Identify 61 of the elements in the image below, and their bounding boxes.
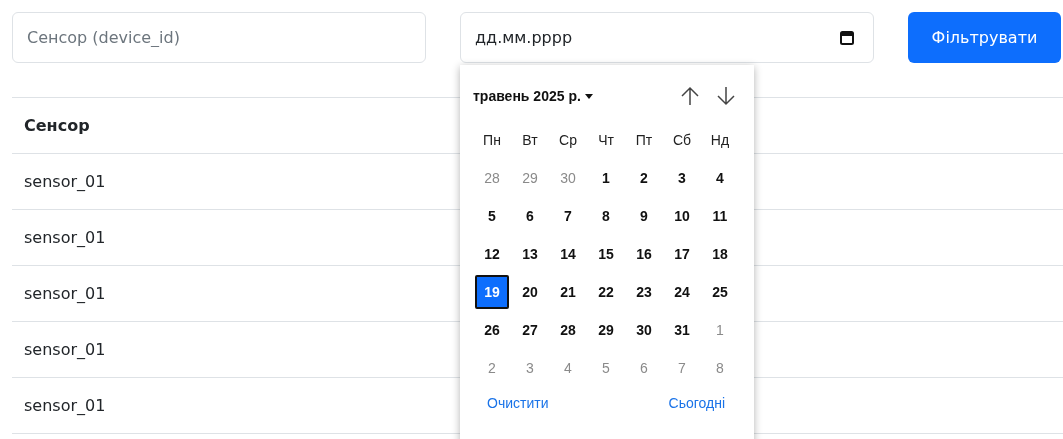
table-cell: sensor_01 [24, 228, 106, 247]
calendar-day[interactable]: 19 [475, 275, 509, 309]
calendar-day[interactable]: 27 [513, 313, 547, 347]
calendar-day[interactable]: 1 [589, 161, 623, 195]
calendar-day[interactable]: 7 [551, 199, 585, 233]
weekday-label: Чт [597, 131, 615, 150]
month-selector[interactable]: травень 2025 р. [473, 88, 593, 104]
filter-button[interactable]: Фільтрувати [908, 12, 1061, 63]
weekday-label: Пт [634, 131, 654, 150]
calendar-day[interactable]: 30 [551, 161, 585, 195]
calendar-day[interactable]: 18 [703, 237, 737, 271]
table-cell: sensor_01 [24, 172, 106, 191]
calendar-day[interactable]: 9 [627, 199, 661, 233]
calendar-day[interactable]: 6 [627, 351, 661, 385]
calendar-day[interactable]: 15 [589, 237, 623, 271]
weekday-label: Сб [671, 131, 693, 150]
calendar-day[interactable]: 2 [475, 351, 509, 385]
calendar-day[interactable]: 29 [589, 313, 623, 347]
caret-icon [584, 93, 593, 99]
table-cell: sensor_01 [24, 396, 106, 415]
calendar-day[interactable]: 20 [513, 275, 547, 309]
calendar-day[interactable]: 29 [513, 161, 547, 195]
table-cell: sensor_01 [24, 340, 106, 359]
calendar-day[interactable]: 25 [703, 275, 737, 309]
calendar-day[interactable]: 4 [703, 161, 737, 195]
calendar-day[interactable]: 8 [703, 351, 737, 385]
calendar-day[interactable]: 28 [475, 161, 509, 195]
down-arrow-icon[interactable] [715, 85, 737, 107]
calendar-day[interactable]: 24 [665, 275, 699, 309]
sensor-field[interactable]: Сенсор (device_id) [12, 12, 426, 63]
date-field[interactable]: дд.мм.рррр [460, 12, 874, 63]
calendar-day[interactable]: 17 [665, 237, 699, 271]
calendar-day[interactable]: 21 [551, 275, 585, 309]
calendar-day[interactable]: 16 [627, 237, 661, 271]
calendar-day[interactable]: 22 [589, 275, 623, 309]
calendar-day[interactable]: 3 [665, 161, 699, 195]
calendar-day[interactable]: 23 [627, 275, 661, 309]
calendar-day[interactable]: 5 [475, 199, 509, 233]
calendar-day[interactable]: 26 [475, 313, 509, 347]
calendar-day[interactable]: 3 [513, 351, 547, 385]
calendar-day[interactable]: 11 [703, 199, 737, 233]
calendar-day[interactable]: 13 [513, 237, 547, 271]
calendar-day[interactable]: 12 [475, 237, 509, 271]
weekday-label: Пн [482, 131, 502, 150]
calendar-day[interactable]: 6 [513, 199, 547, 233]
weekday-label: Вт [521, 131, 539, 150]
column-header: Сенсор [24, 116, 90, 135]
clear-link[interactable]: Очистити [487, 395, 549, 411]
calendar-day[interactable]: 10 [665, 199, 699, 233]
calendar-icon[interactable] [840, 30, 854, 45]
weekday-label: Нд [709, 131, 731, 150]
calendar-day[interactable]: 30 [627, 313, 661, 347]
today-link[interactable]: Сьогодні [668, 395, 725, 411]
calendar-day[interactable]: 28 [551, 313, 585, 347]
weekday-label: Ср [558, 131, 578, 150]
calendar-day[interactable]: 2 [627, 161, 661, 195]
calendar-day[interactable]: 31 [665, 313, 699, 347]
calendar-day[interactable]: 8 [589, 199, 623, 233]
table-cell: sensor_01 [24, 284, 106, 303]
up-arrow-icon[interactable] [679, 85, 701, 107]
calendar-day[interactable]: 14 [551, 237, 585, 271]
